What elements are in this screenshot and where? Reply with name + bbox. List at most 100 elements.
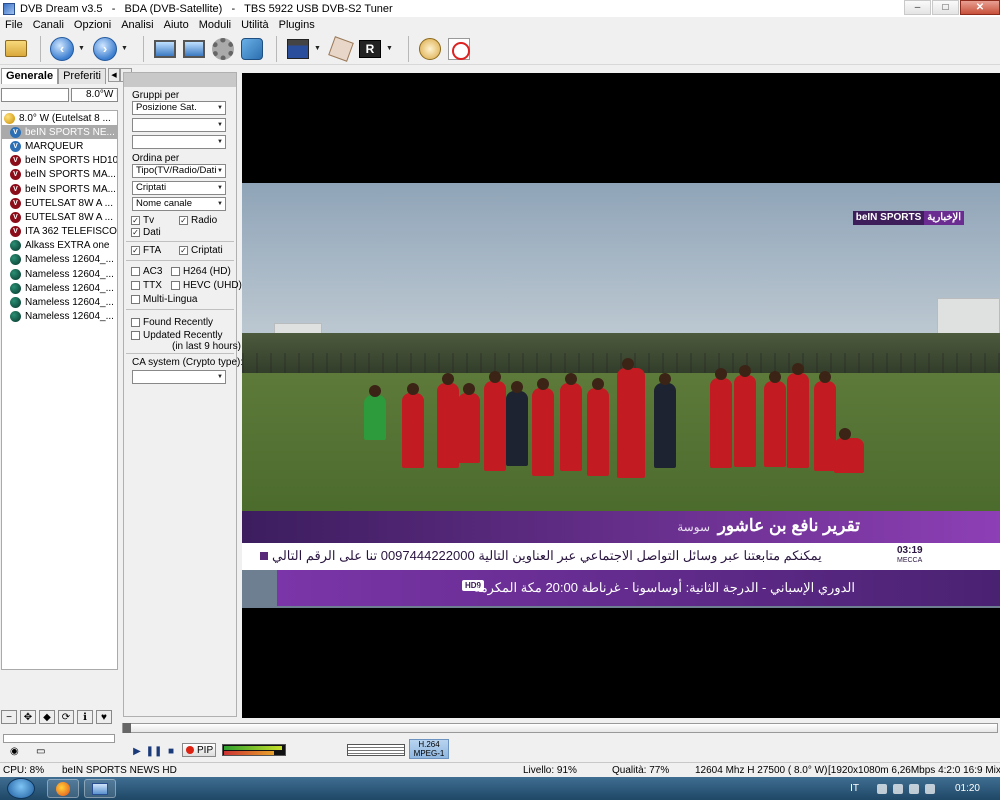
menu-plugins[interactable]: Plugins	[274, 17, 320, 33]
calendar-button[interactable]	[446, 36, 472, 62]
tab-preferiti[interactable]: Preferiti	[58, 68, 106, 84]
gruppi-select[interactable]: Posizione Sat.	[132, 101, 226, 115]
fta-checkbox[interactable]: ✓ FTA	[131, 245, 161, 256]
ordina-select-2[interactable]: Criptati	[132, 181, 226, 195]
radio-check-icon: ✓	[179, 216, 188, 225]
cpu-usage: CPU: 8%	[3, 765, 45, 776]
h264-checkbox[interactable]: H264 (HD)	[171, 266, 231, 277]
menu-analisi[interactable]: Analisi	[116, 17, 158, 33]
globe-icon	[241, 37, 263, 60]
menu-moduli[interactable]: Moduli	[194, 17, 236, 33]
gruppi-select-2[interactable]	[132, 118, 226, 132]
tray-arrow-icon[interactable]	[876, 783, 887, 794]
screen-icon[interactable]: ▭	[36, 746, 50, 758]
headline-bar: تقرير نافع بن عاشور سوسة	[242, 511, 1000, 543]
ordina-select-1[interactable]: Tipo(TV/Radio/Dati	[132, 164, 226, 178]
menu-canali[interactable]: Canali	[28, 17, 69, 33]
timer-button[interactable]	[417, 36, 443, 62]
criptati-checkbox[interactable]: ✓ Criptati	[179, 245, 223, 256]
seek-thumb[interactable]	[123, 723, 131, 733]
clapper-dropdown[interactable]: ▼	[314, 45, 322, 52]
tray-flag-icon[interactable]	[892, 783, 903, 794]
channel-item[interactable]: V EUTELSAT 8W A ...	[2, 210, 117, 224]
taskbar: IT 01:20	[0, 777, 1000, 800]
found-recently-checkbox[interactable]: Found Recently	[131, 317, 213, 328]
tray-network-icon[interactable]	[908, 783, 919, 794]
stop-icon[interactable]: ■	[164, 744, 178, 758]
ttx-checkbox[interactable]: TTX	[131, 280, 162, 291]
forward-button[interactable]: ›	[92, 36, 118, 62]
start-button-icon[interactable]	[7, 778, 35, 799]
position-field[interactable]: 8.0°W E	[71, 88, 118, 102]
play-icon[interactable]: ▶	[130, 744, 144, 758]
channel-item[interactable]: Nameless 12604_...	[2, 295, 117, 309]
player-figure	[484, 371, 506, 471]
open-folder-icon	[5, 40, 27, 57]
globe-button[interactable]	[239, 36, 265, 62]
gruppi-select-3[interactable]	[132, 135, 226, 149]
close-icon[interactable]: ✕	[960, 0, 1000, 15]
channel-item[interactable]: V MARQUEUR	[2, 139, 117, 153]
channel-search-input[interactable]	[1, 88, 69, 102]
back-dropdown[interactable]: ▼	[78, 45, 86, 52]
tab-scroll-left-icon[interactable]: ◀	[108, 68, 120, 82]
record-button[interactable]: R	[357, 36, 383, 62]
updated-recently-checkbox[interactable]: Updated Recently	[131, 330, 223, 341]
channel-item[interactable]: Nameless 12604_...	[2, 253, 117, 267]
tv-checkbox[interactable]: ✓ Tv	[131, 215, 154, 226]
forward-dropdown[interactable]: ▼	[121, 45, 129, 52]
hevc-checkbox[interactable]: HEVC (UHD)	[171, 280, 242, 291]
back-button[interactable]: ‹	[49, 36, 75, 62]
open-folder-button[interactable]	[3, 36, 29, 62]
tab-generale[interactable]: Generale	[1, 68, 59, 84]
channel-icon: V	[10, 169, 21, 181]
erase-button[interactable]	[328, 35, 354, 62]
pip-button[interactable]: PIP	[182, 743, 216, 757]
maximize-icon[interactable]: □	[932, 0, 959, 15]
channel-item[interactable]: VbeIN SPORTS MA...	[2, 168, 117, 182]
minimize-icon[interactable]: –	[904, 0, 931, 15]
quality-bar	[224, 751, 274, 755]
tray-volume-icon[interactable]	[924, 783, 935, 794]
taskbar-firefox[interactable]	[47, 779, 79, 798]
radio-checkbox[interactable]: ✓ Radio	[179, 215, 217, 226]
input-language[interactable]: IT	[850, 783, 859, 794]
channel-item[interactable]: V EUTELSAT 8W A ...	[2, 196, 117, 210]
menu-aiuto[interactable]: Aiuto	[159, 17, 194, 33]
multilingua-checkbox[interactable]: Multi-Lingua	[131, 294, 197, 305]
channel-item[interactable]: Alkass EXTRA one	[2, 239, 117, 253]
tray-clock[interactable]: 01:20	[955, 783, 980, 794]
epg-button[interactable]	[181, 36, 207, 62]
channel-list[interactable]: 8.0° W (Eutelsat 8 ... VbeIN SPORTS NE...…	[1, 110, 118, 670]
pause-icon[interactable]: ❚❚	[146, 744, 163, 758]
filter-separator	[126, 260, 234, 261]
menu-utilita[interactable]: Utilità	[236, 17, 274, 33]
channel-item[interactable]: 8.0° W (Eutelsat 8 ...	[2, 111, 117, 125]
taskbar-dvbdream[interactable]	[84, 779, 116, 798]
channel-item[interactable]: Nameless 12604_...	[2, 281, 117, 295]
audio-icon[interactable]: ◉	[10, 746, 24, 758]
ac3-checkbox[interactable]: AC3	[131, 266, 162, 277]
ordina-select-3[interactable]: Nome canale	[132, 197, 226, 211]
player-figure	[764, 371, 786, 467]
channel-item[interactable]: VbeIN SPORTS HD10	[2, 154, 117, 168]
volume-slider[interactable]	[3, 734, 115, 743]
menu-file[interactable]: File	[0, 17, 28, 33]
menu-opzioni[interactable]: Opzioni	[69, 17, 116, 33]
hevc-label: HEVC (UHD)	[183, 280, 242, 291]
channel-item[interactable]: V ITA 362 TELEFISCO	[2, 225, 117, 239]
channel-item[interactable]: Nameless 12604_...	[2, 310, 117, 324]
channel-name: beIN SPORTS MA...	[25, 183, 116, 195]
seek-bar[interactable]	[122, 723, 998, 733]
channel-item[interactable]: VbeIN SPORTS MA...	[2, 182, 117, 196]
settings-button[interactable]	[210, 36, 236, 62]
clapper-button[interactable]	[285, 36, 311, 62]
toolbar-separator	[408, 35, 409, 62]
record-dropdown[interactable]: ▼	[386, 45, 394, 52]
channel-item[interactable]: Nameless 12604_...	[2, 267, 117, 281]
video-display[interactable]: beIN SPORTS الإخبارية تقرير نافع بن عاشو…	[242, 73, 1000, 718]
display-button[interactable]	[152, 36, 178, 62]
ca-system-select[interactable]	[132, 370, 226, 384]
dati-checkbox[interactable]: ✓ Dati	[131, 227, 161, 238]
channel-item[interactable]: VbeIN SPORTS NE...	[2, 125, 117, 140]
